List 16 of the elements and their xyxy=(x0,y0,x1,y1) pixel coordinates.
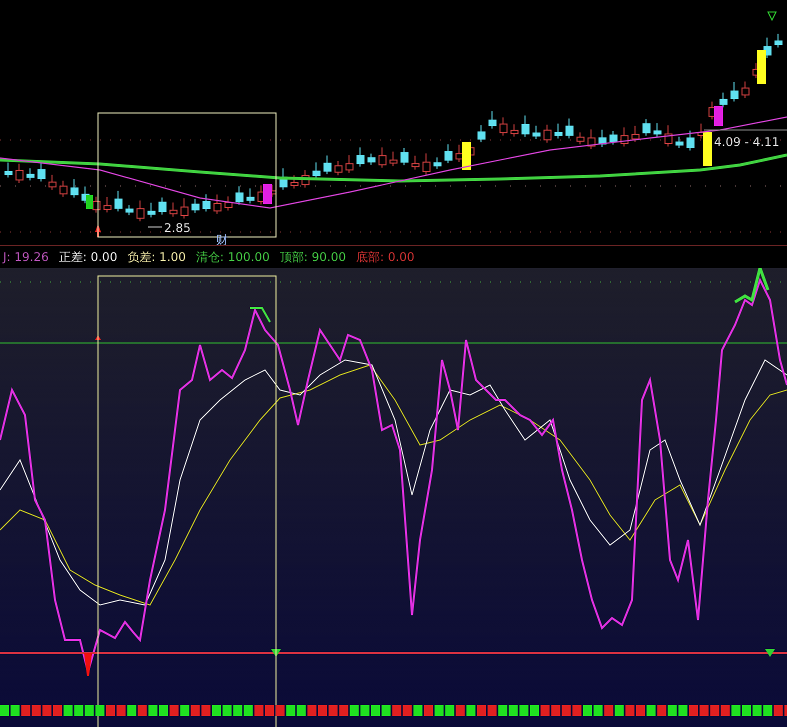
overbought-segment xyxy=(250,307,271,322)
triangle-down-icon xyxy=(271,649,281,657)
indicator-value: 负差: 1.00 xyxy=(127,248,186,266)
indicator-value: J: 19.26 xyxy=(3,250,49,264)
price-range-label: 4.09 - 4.11 xyxy=(714,135,780,149)
spike-marker xyxy=(84,653,92,676)
price-label: 2.85 xyxy=(164,221,191,235)
indicator-value: 清仓: 100.00 xyxy=(196,248,270,266)
triangle-up-icon xyxy=(95,335,101,340)
overbought-segment xyxy=(734,268,770,304)
indicator-value: 顶部: 90.00 xyxy=(280,248,346,266)
triangle-down-icon xyxy=(767,12,777,22)
leader-line xyxy=(148,226,162,228)
indicator-value: 正差: 0.00 xyxy=(58,248,118,266)
triangle-down-icon xyxy=(765,649,775,657)
indicator-value: 底部: 0.00 xyxy=(356,248,415,266)
